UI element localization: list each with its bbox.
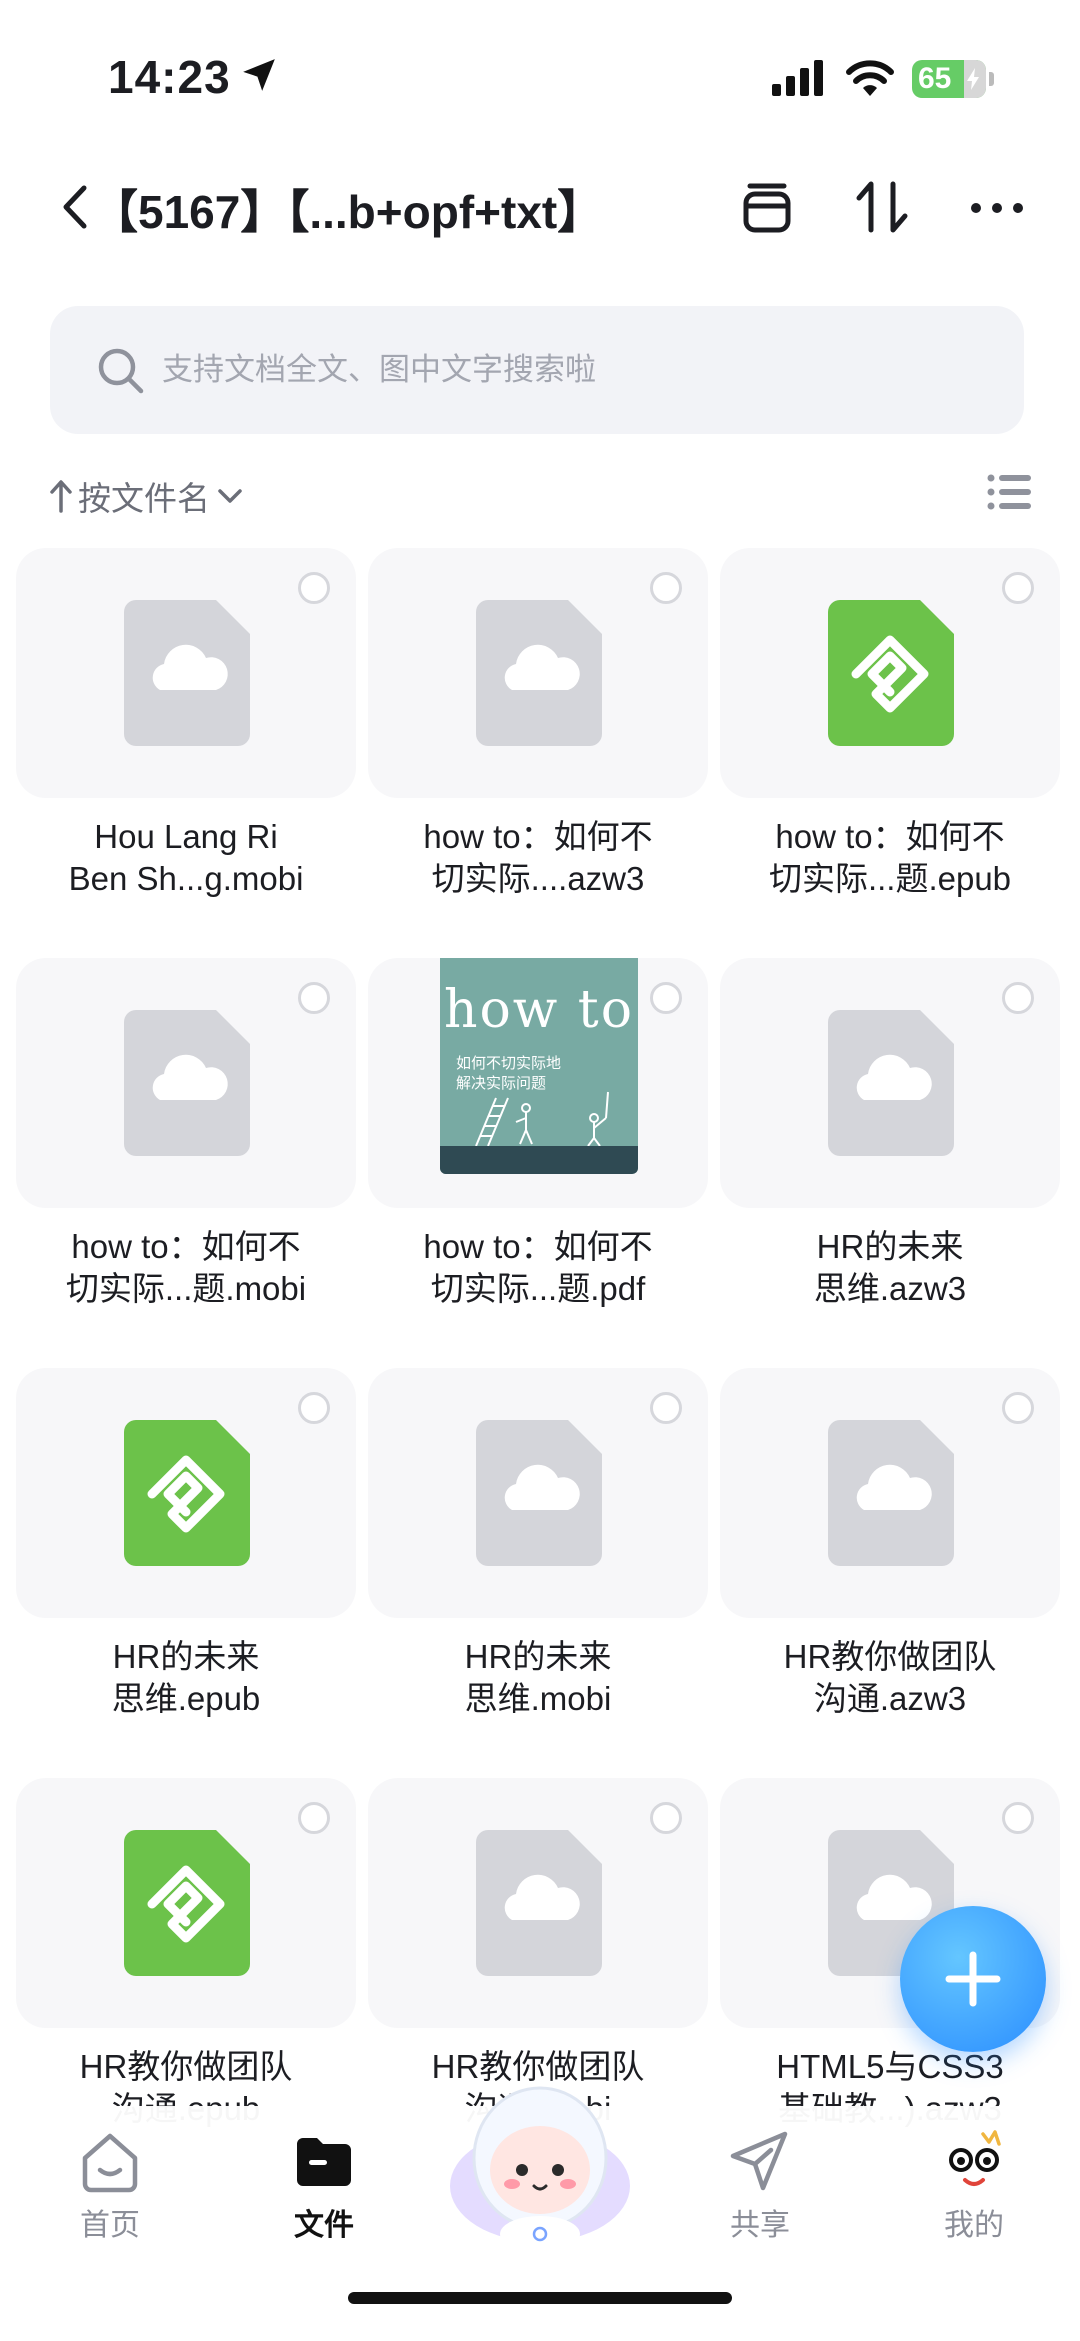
select-checkbox[interactable] bbox=[650, 1802, 682, 1834]
cover-title: how to bbox=[443, 980, 635, 1040]
select-checkbox[interactable] bbox=[298, 1392, 330, 1424]
select-checkbox[interactable] bbox=[1002, 1802, 1034, 1834]
file-card[interactable]: HR的未来 思维.epub bbox=[16, 1368, 356, 1770]
file-grid: Hou Lang Ri Ben Sh...g.mobi how to：如何不 切… bbox=[16, 548, 1066, 2128]
select-checkbox[interactable] bbox=[1002, 1392, 1034, 1424]
tab-mine[interactable]: 我的 bbox=[904, 2126, 1044, 2256]
list-view-icon[interactable] bbox=[986, 470, 1032, 514]
back-chevron-icon[interactable] bbox=[56, 182, 96, 232]
file-card[interactable]: Hou Lang Ri Ben Sh...g.mobi bbox=[16, 548, 356, 950]
archive-box-icon[interactable] bbox=[738, 178, 796, 236]
file-name: HR的未来 思维.mobi bbox=[464, 1638, 612, 1717]
select-checkbox[interactable] bbox=[650, 1392, 682, 1424]
location-arrow-icon bbox=[243, 59, 275, 91]
file-name: Hou Lang Ri Ben Sh...g.mobi bbox=[68, 818, 304, 897]
paper-plane-icon bbox=[730, 2131, 788, 2191]
plus-icon bbox=[945, 1951, 1001, 2007]
status-bar: 14:23 65 bbox=[0, 0, 1080, 150]
file-browser-screen: 14:23 65 【5167】【...b+opf+txt】 支持文档全文、图中文… bbox=[0, 0, 1080, 2341]
select-checkbox[interactable] bbox=[298, 1802, 330, 1834]
cloud-file-icon bbox=[124, 600, 250, 746]
cover-subtitle: 如何不切实际地 bbox=[456, 1055, 562, 1072]
file-card[interactable]: how to：如何不 切实际....azw3 bbox=[368, 548, 708, 950]
wifi-icon bbox=[846, 60, 894, 96]
file-thumbnail bbox=[368, 1368, 708, 1618]
file-card[interactable]: HR的未来 思维.mobi bbox=[368, 1368, 708, 1770]
file-card[interactable]: how to：如何不 切实际...题.mobi bbox=[16, 958, 356, 1360]
file-card[interactable]: HR教你做团队 沟通.azw3 bbox=[720, 1368, 1060, 1770]
folder-icon bbox=[297, 2138, 351, 2186]
cloud-file-icon bbox=[476, 600, 602, 746]
file-thumbnail bbox=[16, 1368, 356, 1618]
file-card[interactable]: HR教你做团队 沟通.epub bbox=[16, 1778, 356, 2128]
tab-home-label: 首页 bbox=[80, 2209, 140, 2242]
file-name: how to：如何不 切实际...题.epub bbox=[768, 818, 1012, 897]
home-icon bbox=[82, 2133, 138, 2193]
file-thumbnail bbox=[720, 958, 1060, 1208]
bottom-tab-bar: 首页 文件 共享 我的 bbox=[0, 2086, 1080, 2341]
cellular-signal-icon bbox=[772, 60, 823, 96]
select-checkbox[interactable] bbox=[650, 982, 682, 1014]
cloud-file-icon bbox=[828, 1420, 954, 1566]
file-name: how to：如何不 切实际....azw3 bbox=[423, 818, 653, 897]
file-thumbnail: how to 如何不切实际地 解决实际问题 bbox=[368, 958, 708, 1208]
charging-bolt-icon bbox=[967, 68, 979, 90]
profile-face-icon bbox=[949, 2130, 1001, 2186]
select-checkbox[interactable] bbox=[298, 572, 330, 604]
tab-files[interactable]: 文件 bbox=[254, 2126, 394, 2256]
more-options-icon[interactable] bbox=[968, 178, 1026, 236]
select-checkbox[interactable] bbox=[1002, 572, 1034, 604]
cloud-file-icon bbox=[828, 1010, 954, 1156]
file-name: HR教你做团队 沟通.azw3 bbox=[783, 1638, 997, 1717]
file-thumbnail bbox=[16, 958, 356, 1208]
add-button[interactable] bbox=[900, 1906, 1046, 2052]
epub-icon bbox=[124, 1420, 250, 1566]
tab-share-label: 共享 bbox=[730, 2209, 790, 2242]
file-card[interactable]: how to：如何不 切实际...题.epub bbox=[720, 548, 1060, 950]
select-checkbox[interactable] bbox=[298, 982, 330, 1014]
cloud-file-icon bbox=[124, 1010, 250, 1156]
file-name: HR的未来 思维.epub bbox=[111, 1638, 261, 1717]
mascot-astronaut-icon[interactable] bbox=[440, 2066, 640, 2266]
file-card[interactable]: how to 如何不切实际地 解决实际问题 how to：如何不 切实际...题… bbox=[368, 958, 708, 1360]
sort-row: 按文件名 bbox=[50, 466, 1032, 526]
file-thumbnail bbox=[16, 1778, 356, 2028]
search-icon bbox=[98, 348, 144, 394]
epub-icon bbox=[124, 1830, 250, 1976]
file-thumbnail bbox=[720, 548, 1060, 798]
status-time: 14:23 bbox=[108, 51, 231, 103]
battery-indicator: 65 bbox=[912, 60, 994, 98]
file-card[interactable]: HR的未来 思维.azw3 bbox=[720, 958, 1060, 1360]
file-thumbnail bbox=[720, 1368, 1060, 1618]
cover-illustration bbox=[475, 1091, 609, 1147]
home-indicator bbox=[348, 2292, 732, 2304]
file-name: how to：如何不 切实际...题.pdf bbox=[423, 1228, 653, 1307]
sort-arrows-icon[interactable] bbox=[853, 178, 911, 236]
sort-label: 按文件名 bbox=[78, 480, 210, 517]
select-checkbox[interactable] bbox=[1002, 982, 1034, 1014]
epub-icon bbox=[828, 600, 954, 746]
battery-level: 65 bbox=[918, 62, 952, 95]
file-thumbnail bbox=[368, 1778, 708, 2028]
navigation-bar: 【5167】【...b+opf+txt】 bbox=[0, 160, 1080, 250]
file-name: how to：如何不 切实际...题.mobi bbox=[65, 1228, 307, 1307]
cloud-file-icon bbox=[476, 1420, 602, 1566]
tab-mine-label: 我的 bbox=[944, 2209, 1004, 2242]
sort-ascending-arrow-icon bbox=[50, 480, 72, 513]
tab-files-label: 文件 bbox=[294, 2209, 354, 2242]
tab-share[interactable]: 共享 bbox=[690, 2126, 830, 2256]
folder-title: 【5167】【...b+opf+txt】 bbox=[92, 186, 604, 238]
search-bar[interactable] bbox=[50, 306, 1024, 434]
cloud-file-icon bbox=[476, 1830, 602, 1976]
chevron-down-icon bbox=[218, 489, 242, 503]
file-thumbnail bbox=[368, 548, 708, 798]
file-thumbnail bbox=[16, 548, 356, 798]
book-cover-thumbnail: how to 如何不切实际地 解决实际问题 bbox=[440, 958, 638, 1174]
tab-home[interactable]: 首页 bbox=[40, 2126, 180, 2256]
file-name: HR的未来 思维.azw3 bbox=[813, 1228, 967, 1307]
select-checkbox[interactable] bbox=[650, 572, 682, 604]
sort-by-name-button[interactable]: 按文件名 bbox=[50, 472, 244, 520]
search-input[interactable] bbox=[162, 332, 982, 408]
